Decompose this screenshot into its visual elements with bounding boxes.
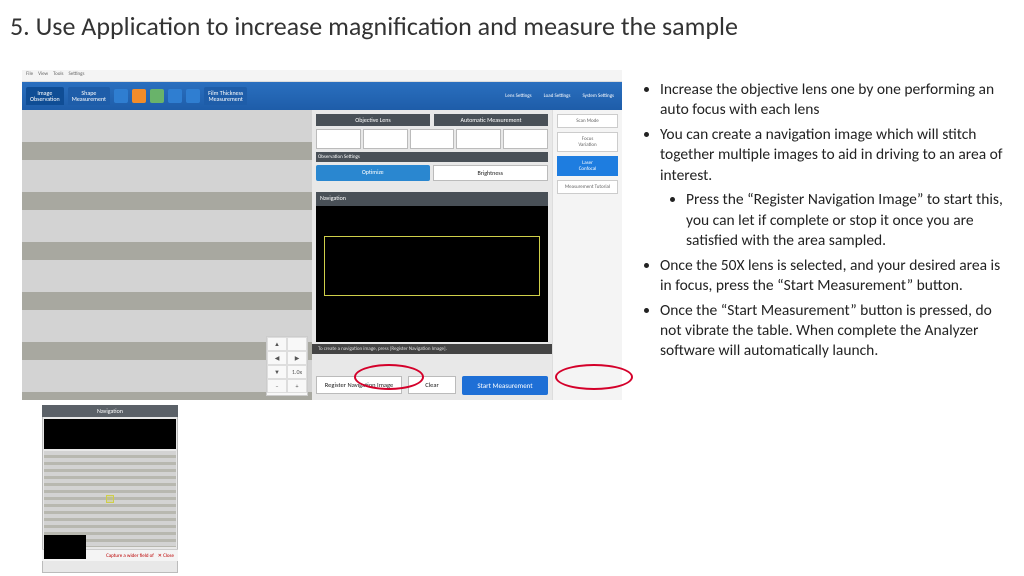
inset-caption: Capture a wider field of — [106, 553, 154, 559]
zoom-minus-icon[interactable]: − — [267, 379, 287, 393]
zoom-left-icon[interactable]: ◀ — [267, 351, 287, 365]
navigation-hint: To create a navigation image, press [Reg… — [312, 344, 552, 354]
start-measurement-button[interactable]: Start Measurement — [462, 376, 548, 395]
ribbon-icon-5[interactable] — [186, 89, 200, 103]
navigation-preview[interactable]: Navigation — [316, 192, 548, 342]
inset-stitched-map[interactable] — [44, 451, 176, 547]
ribbon-system-settings[interactable]: System Settings — [578, 93, 618, 99]
lens-selector[interactable] — [316, 129, 548, 149]
header-automatic-measurement: Automatic Measurement — [434, 114, 548, 126]
scan-mode-label: Scan Mode — [557, 114, 618, 128]
menu-tools[interactable]: Tools — [53, 71, 63, 80]
menubar: File View Tools Settings — [22, 70, 622, 82]
measurement-tutorial-button[interactable]: Measurement Tutorial — [557, 180, 618, 194]
tab-film-thickness[interactable]: Film Thickness Measurement — [204, 87, 247, 105]
zoom-value: 1.0x — [287, 365, 307, 379]
zoom-blank — [287, 337, 307, 351]
lens-option-2[interactable] — [363, 129, 408, 149]
laser-confocal-button[interactable]: Laser Confocal — [557, 156, 618, 176]
right-rail: Scan Mode Focus Variation Laser Confocal… — [552, 110, 622, 400]
instruction-3: Once the 50X lens is selected, and your … — [660, 256, 1010, 297]
navigation-roi[interactable] — [324, 236, 540, 296]
live-view[interactable]: ▲ ◀▶ ▼1.0x −+ — [22, 110, 312, 400]
inset-navigation-screenshot: Navigation Capture a wider field of ✕ Cl… — [42, 405, 178, 573]
ribbon-icon-4[interactable] — [168, 89, 182, 103]
main-screenshot: File View Tools Settings Image Observati… — [22, 70, 622, 400]
instruction-4: Once the “Start Measurement” button is p… — [660, 301, 1010, 362]
menu-view[interactable]: View — [38, 71, 48, 80]
side-panel: Objective Lens Automatic Measurement Obs… — [312, 110, 552, 400]
instruction-1: Increase the objective lens one by one p… — [660, 80, 1010, 121]
observation-settings-header: Observation Settings — [316, 152, 548, 162]
inset-title: Navigation — [42, 405, 178, 417]
zoom-up-icon[interactable]: ▲ — [267, 337, 287, 351]
zoom-down-icon[interactable]: ▼ — [267, 365, 287, 379]
header-objective-lens: Objective Lens — [316, 114, 430, 126]
ribbon-lens-settings[interactable]: Lens Settings — [501, 93, 535, 99]
zoom-plus-icon[interactable]: + — [287, 379, 307, 393]
register-navigation-image-button[interactable]: Register Navigation Image — [316, 376, 402, 394]
inset-black-top — [44, 419, 176, 449]
inset-black-corner — [44, 535, 86, 559]
inset-cursor-icon[interactable] — [106, 495, 114, 503]
lens-option-3[interactable] — [410, 129, 455, 149]
navigation-label: Navigation — [320, 194, 346, 202]
lens-option-1[interactable] — [316, 129, 361, 149]
tab-image-observation[interactable]: Image Observation — [26, 87, 64, 105]
optimize-button[interactable]: Optimize — [316, 165, 430, 181]
lens-option-4[interactable] — [456, 129, 501, 149]
menu-settings[interactable]: Settings — [69, 71, 85, 80]
instruction-2: You can create a navigation image which … — [660, 125, 1010, 252]
workarea: ▲ ◀▶ ▼1.0x −+ Objective Lens Automatic M… — [22, 110, 622, 400]
ribbon-load-settings[interactable]: Load Settings — [540, 93, 575, 99]
inset-close-button[interactable]: ✕ Close — [158, 553, 174, 559]
ribbon-icon-1[interactable] — [114, 89, 128, 103]
ribbon-icon-3[interactable] — [150, 89, 164, 103]
tab-shape-measurement[interactable]: Shape Measurement — [68, 87, 110, 105]
zoom-pad[interactable]: ▲ ◀▶ ▼1.0x −+ — [266, 336, 308, 396]
focus-variation-button[interactable]: Focus Variation — [557, 132, 618, 152]
instructions: Increase the objective lens one by one p… — [640, 80, 1010, 366]
slide-title: 5. Use Application to increase magnifica… — [10, 10, 738, 42]
clear-button[interactable]: Clear — [408, 376, 456, 394]
zoom-right-icon[interactable]: ▶ — [287, 351, 307, 365]
menu-file[interactable]: File — [26, 71, 33, 80]
lens-option-5[interactable] — [503, 129, 548, 149]
instruction-2a: Press the “Register Navigation Image” to… — [686, 190, 1010, 251]
brightness-button[interactable]: Brightness — [433, 165, 549, 181]
ribbon-icon-2[interactable] — [132, 89, 146, 103]
ribbon: Image Observation Shape Measurement Film… — [22, 82, 622, 110]
instruction-2-text: You can create a navigation image which … — [660, 125, 1003, 185]
